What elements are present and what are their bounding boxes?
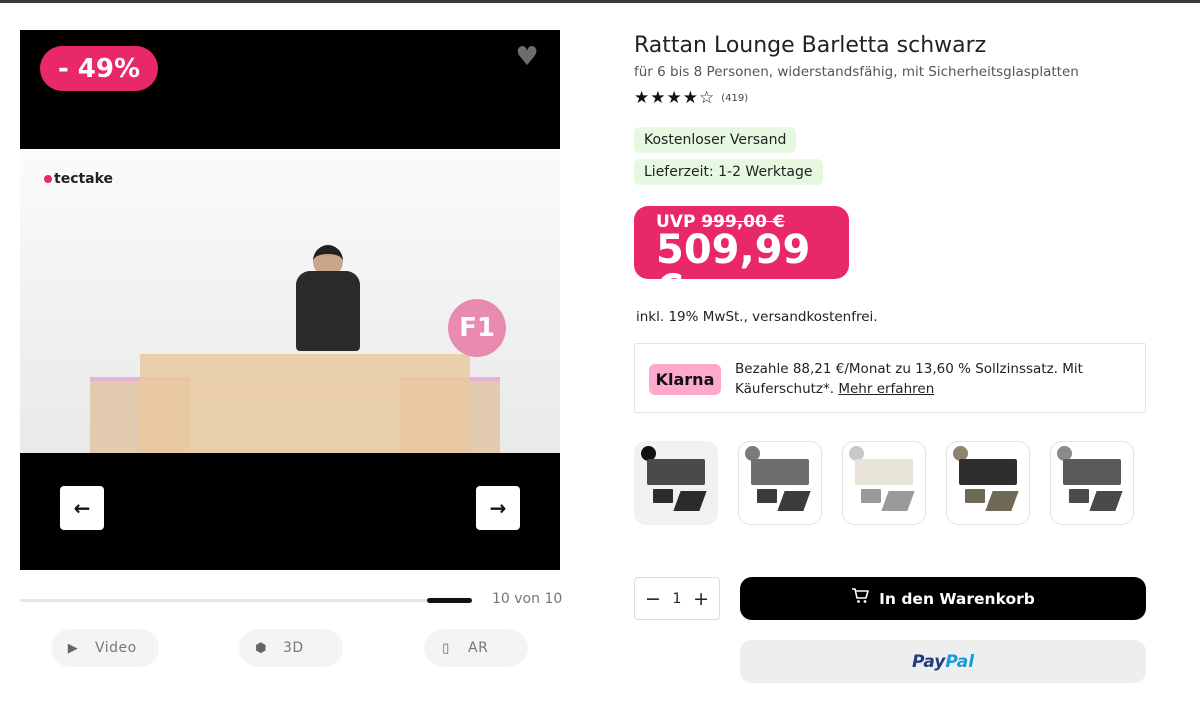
table-shape bbox=[881, 491, 915, 511]
klarna-logo: Klarna bbox=[649, 364, 721, 395]
table-shape bbox=[673, 491, 707, 511]
klarna-box: Klarna Bezahle 88,21 €/Monat zu 13,60 % … bbox=[634, 343, 1146, 413]
cube-icon: ⬢ bbox=[255, 640, 267, 656]
review-count[interactable]: (419) bbox=[721, 93, 748, 104]
gallery-video-frame[interactable]: tectake F1 bbox=[20, 149, 560, 453]
next-image-button[interactable]: → bbox=[476, 486, 520, 530]
quantity-stepper[interactable]: − 1 + bbox=[634, 577, 720, 620]
variant-image bbox=[747, 453, 813, 513]
person-body bbox=[296, 271, 360, 351]
ar-label: AR bbox=[468, 640, 489, 656]
arrow-left-icon: ← bbox=[73, 496, 91, 520]
video-button[interactable]: ▶ Video bbox=[51, 629, 159, 667]
top-border bbox=[0, 0, 1200, 3]
3d-button[interactable]: ⬢ 3D bbox=[239, 629, 343, 667]
table-shape bbox=[985, 491, 1019, 511]
paypal-logo-part2: Pal bbox=[945, 651, 975, 672]
arrow-right-icon: → bbox=[489, 496, 507, 520]
brand-logo: tectake bbox=[44, 171, 113, 187]
price-box: UVP 999,00 € 509,99 € bbox=[634, 206, 849, 310]
sofa-shape bbox=[647, 459, 705, 485]
delivery-time-badge: Lieferzeit: 1-2 Werktage bbox=[634, 159, 823, 185]
assembly-table bbox=[140, 354, 470, 453]
stool-shape bbox=[861, 489, 881, 503]
play-icon: ▶ bbox=[67, 640, 79, 656]
vat-note: inkl. 19% MwSt., versandkostenfrei. bbox=[636, 309, 878, 325]
3d-label: 3D bbox=[283, 640, 304, 656]
table-shape bbox=[777, 491, 811, 511]
variant-thumbnail[interactable] bbox=[842, 441, 926, 525]
stool-shape bbox=[1069, 489, 1089, 503]
current-price: 509,99 € bbox=[656, 227, 811, 313]
gallery-progress-track bbox=[20, 599, 472, 602]
stool-shape bbox=[653, 489, 673, 503]
product-gallery[interactable]: - 49% ♥ tectake F1 ← → bbox=[20, 30, 560, 570]
stool-shape bbox=[965, 489, 985, 503]
discount-badge: - 49% bbox=[40, 46, 158, 91]
minus-icon[interactable]: − bbox=[645, 588, 661, 610]
add-to-cart-button[interactable]: In den Warenkorb bbox=[740, 577, 1146, 620]
add-to-cart-label: In den Warenkorb bbox=[879, 589, 1035, 608]
variant-thumbnail[interactable] bbox=[634, 441, 718, 525]
free-shipping-badge: Kostenloser Versand bbox=[634, 127, 797, 153]
product-rating[interactable]: ★★★★☆ (419) bbox=[634, 88, 748, 108]
gallery-counter: 10 von 10 bbox=[492, 591, 563, 607]
variant-image bbox=[643, 453, 709, 513]
variant-thumbnail[interactable] bbox=[946, 441, 1030, 525]
quantity-value[interactable]: 1 bbox=[673, 591, 682, 607]
sofa-shape bbox=[855, 459, 913, 485]
brand-name: tectake bbox=[54, 171, 114, 187]
product-subtitle: für 6 bis 8 Personen, widerstandsfähig, … bbox=[634, 64, 1079, 80]
plus-icon[interactable]: + bbox=[693, 588, 709, 610]
table-shape bbox=[1089, 491, 1123, 511]
klarna-text: Bezahle 88,21 €/Monat zu 13,60 % Sollzin… bbox=[735, 359, 1135, 399]
variant-image bbox=[851, 453, 917, 513]
variant-thumbnail[interactable] bbox=[1050, 441, 1134, 525]
prev-image-button[interactable]: ← bbox=[60, 486, 104, 530]
sofa-shape bbox=[959, 459, 1017, 485]
phone-icon: ▯ bbox=[442, 640, 450, 656]
paypal-logo-part1: Pay bbox=[911, 651, 946, 672]
paypal-button[interactable]: Pay Pal bbox=[740, 640, 1146, 683]
product-title: Rattan Lounge Barletta schwarz bbox=[634, 33, 987, 58]
klarna-more-link[interactable]: Mehr erfahren bbox=[838, 381, 934, 397]
sofa-shape bbox=[751, 459, 809, 485]
gallery-progress-indicator[interactable] bbox=[427, 598, 472, 603]
variant-list bbox=[634, 441, 1134, 525]
heart-icon[interactable]: ♥ bbox=[514, 44, 540, 70]
brand-dot-icon bbox=[44, 175, 52, 183]
star-rating-icon: ★★★★☆ bbox=[634, 88, 716, 108]
ar-button[interactable]: ▯ AR bbox=[424, 629, 528, 667]
f1-badge: F1 bbox=[448, 299, 506, 357]
variant-thumbnail[interactable] bbox=[738, 441, 822, 525]
variant-image bbox=[955, 453, 1021, 513]
cart-icon bbox=[851, 588, 869, 609]
variant-image bbox=[1059, 453, 1125, 513]
stool-shape bbox=[757, 489, 777, 503]
sofa-shape bbox=[1063, 459, 1121, 485]
video-label: Video bbox=[95, 640, 137, 656]
